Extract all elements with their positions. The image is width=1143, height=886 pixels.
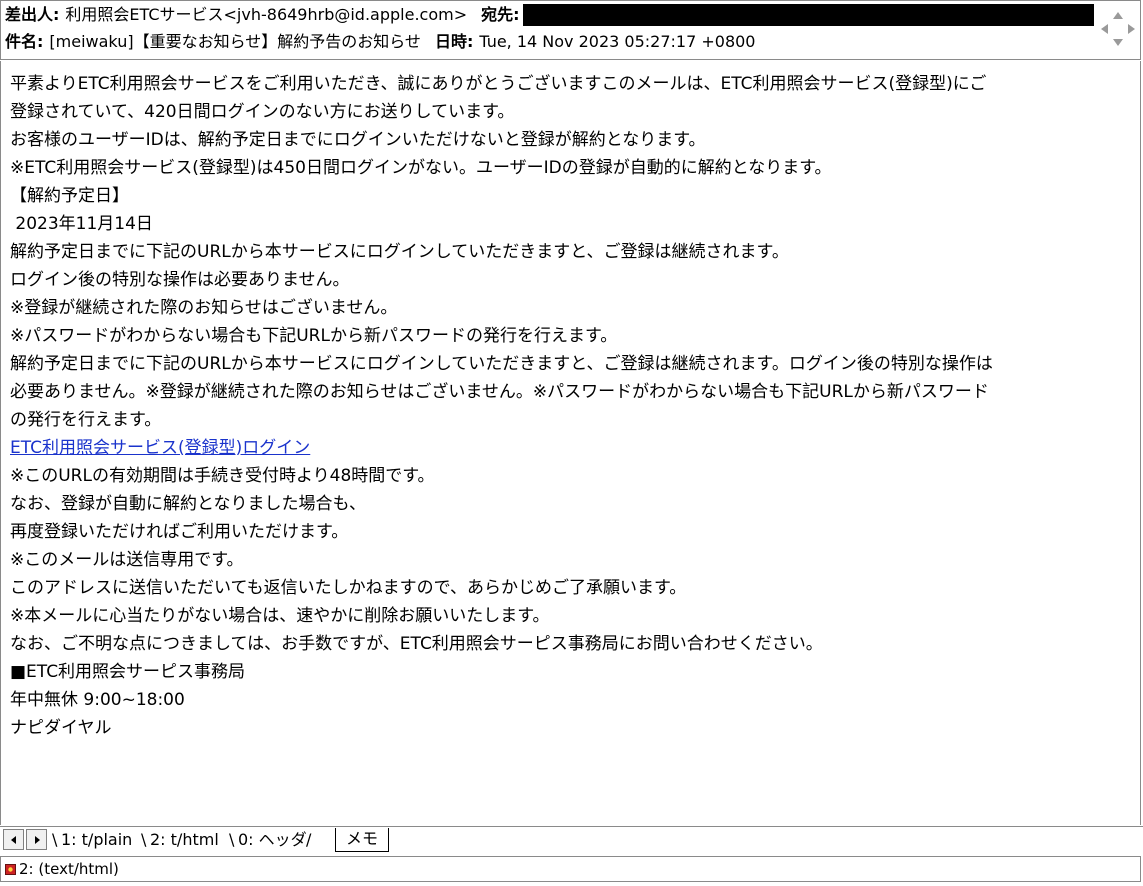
login-link[interactable]: ETC利用照会サービス(登録型)ログイン xyxy=(10,438,310,458)
body-text-line: 2023年11月14日 xyxy=(10,214,153,234)
status-bar: 2: (text/html) xyxy=(0,856,1141,882)
tab-separator: \ xyxy=(141,830,147,849)
redacted-recipient xyxy=(523,4,1094,26)
body-text-line: なお、ご不明な点につきましては、お手数ですが、ETC利用照会サーピス事務局にお問… xyxy=(10,634,823,654)
body-text-line: お客様のユーザーIDは、解約予定日までにログインいただけないと登録が解約となりま… xyxy=(10,130,706,150)
body-text-line: 必要ありません。※登録が継続された際のお知らせはございません。※パスワードがわか… xyxy=(10,382,989,402)
body-text-line: 解約予定日までに下記のURLから本サービスにログインしていただきますと、ご登録は… xyxy=(10,354,993,374)
tab-text-plain[interactable]: 1: t/plain xyxy=(61,828,132,852)
body-text-line: 登録されていて、420日間ログインのない方にお送りしています。 xyxy=(10,102,515,122)
body-text-line: 年中無休 9:00~18:00 xyxy=(10,690,185,710)
status-text: 2: (text/html) xyxy=(19,860,119,878)
body-text-line: ※ETC利用照会サービス(登録型)は450日間ログインがない。ユーザーIDの登録… xyxy=(10,158,832,178)
subject-value: [meiwaku]【重要なお知らせ】解約予告のお知らせ xyxy=(49,32,421,51)
body-text-line: ログイン後の特別な操作は必要ありません。 xyxy=(10,270,350,290)
tab-separator: \ xyxy=(52,830,58,849)
to-label: 宛先: xyxy=(481,5,520,24)
body-text-line: 平素よりETC利用照会サービスをご利用いただき、誠にありがとうございますこのメー… xyxy=(10,74,987,94)
date-label: 日時: xyxy=(434,32,474,51)
body-text-line: ※このURLの有効期間は手続き受付時より48時間です。 xyxy=(10,466,435,486)
mail-viewer-window: 差出人: 利用照会ETCサービス<jvh-8649hrb@id.apple.com… xyxy=(0,0,1143,886)
tab-header[interactable]: 0: ヘッダ xyxy=(238,828,307,852)
part-tab-bar: \ 1: t/plain \ 2: t/html \ 0: ヘッダ / メモ xyxy=(0,826,1143,854)
from-row: 差出人: 利用照会ETCサービス<jvh-8649hrb@id.apple.com… xyxy=(5,2,520,28)
body-text-line: ■ETC利用照会サーピス事務局 xyxy=(10,662,246,682)
attachment-icon xyxy=(5,864,16,875)
subject-label: 件名: xyxy=(5,32,44,51)
body-text-line: ※パスワードがわからない場合も下記URLから新パスワードの発行を行えます。 xyxy=(10,326,618,346)
body-text-line: ナピダイヤル xyxy=(10,718,112,738)
tab-separator: \ xyxy=(229,830,235,849)
mail-header: 差出人: 利用照会ETCサービス<jvh-8649hrb@id.apple.com… xyxy=(0,0,1141,60)
tab-memo[interactable]: メモ xyxy=(335,828,390,852)
body-text-line: ※本メールに心当たりがない場合は、速やかに削除お願いいたします。 xyxy=(10,606,550,626)
right-arrow-icon[interactable] xyxy=(26,829,47,850)
from-label: 差出人: xyxy=(5,5,60,24)
from-value[interactable]: 利用照会ETCサービス<jvh-8649hrb@id.apple.com> xyxy=(65,5,467,24)
left-arrow-icon[interactable] xyxy=(3,829,24,850)
date-value: Tue, 14 Nov 2023 05:27:17 +0800 xyxy=(479,32,756,51)
body-text-line: 再度登録いただければご利用いただけます。 xyxy=(10,522,349,542)
body-text-line: 解約予定日までに下記のURLから本サービスにログインしていただきますと、ご登録は… xyxy=(10,242,789,262)
subject-row: 件名: [meiwaku]【重要なお知らせ】解約予告のお知らせ 日時: Tue, 14… xyxy=(5,29,755,55)
tab-text-html[interactable]: 2: t/html xyxy=(150,828,219,852)
mail-body: 平素よりETC利用照会サービスをご利用いただき、誠にありがとうございますこのメー… xyxy=(0,61,1141,825)
body-text-line: なお、登録が自動に解約となりました場合も、 xyxy=(10,494,366,514)
body-text-line: ※登録が継続された際のお知らせはございません。 xyxy=(10,298,398,318)
body-text-line: の発行を行えます。 xyxy=(10,410,162,430)
body-text-line: 【解約予定日】 xyxy=(10,186,129,206)
body-text-line: ※このメールは送信専用です。 xyxy=(10,550,244,570)
body-text-block: 平素よりETC利用照会サービスをご利用いただき、誠にありがとうございますこのメー… xyxy=(10,70,1131,434)
scroll-arrows-icon[interactable] xyxy=(1097,8,1139,50)
body-text-block-2: ※このURLの有効期間は手続き受付時より48時間です。 なお、登録が自動に解約とな… xyxy=(10,462,1131,742)
body-text-line: このアドレスに送信いただいても返信いたしかねますので、あらかじめご了承願います。 xyxy=(10,578,687,598)
tab-separator: / xyxy=(306,830,312,849)
